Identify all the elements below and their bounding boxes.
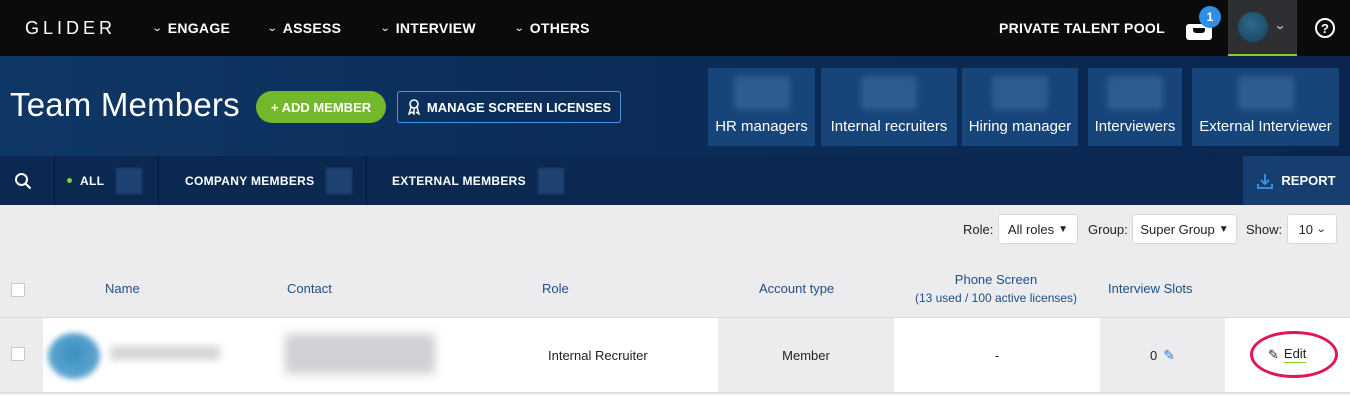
add-member-button[interactable]: + ADD MEMBER [256,91,386,123]
column-header-phone-screen[interactable]: Phone Screen (13 used / 100 active licen… [896,271,1096,307]
member-name [110,346,220,360]
avatar [1238,12,1268,42]
chevron-down-icon: ⌄ [1315,223,1327,235]
role-card-hr-managers[interactable]: HR managers [708,68,815,146]
role-count [992,76,1048,110]
role-select[interactable]: All roles ▼ [998,214,1078,244]
column-header-account-type[interactable]: Account type [759,280,834,298]
phone-screen-licenses: (13 used / 100 active licenses) [914,291,1078,305]
avatar [48,333,100,379]
nav-others[interactable]: ⌄ OTHERS [513,20,590,36]
divider [158,156,159,205]
role-card-label: Hiring manager [968,118,1072,135]
private-talent-pool-link[interactable]: PRIVATE TALENT POOL [999,20,1165,36]
chevron-down-icon: ⌄ [379,22,391,34]
divider [54,156,55,205]
row-role: Internal Recruiter [548,347,648,363]
role-card-external-interviewer[interactable]: External Interviewer [1192,68,1339,146]
help-icon[interactable]: ? [1315,18,1335,38]
phone-screen-title: Phone Screen [954,272,1038,287]
tab-all[interactable]: ALL [67,156,143,205]
edit-label: Edit [1283,346,1307,363]
role-card-label: HR managers [715,118,808,135]
active-dot [67,178,72,183]
divider [366,156,367,205]
pencil-icon: ✎ [1268,346,1279,362]
report-button[interactable]: REPORT [1243,156,1350,205]
role-count [861,76,917,110]
group-select[interactable]: Super Group ▼ [1132,214,1237,244]
download-icon [1257,173,1274,189]
column-header-interview-slots[interactable]: Interview Slots [1108,280,1193,298]
role-card-label: External Interviewer [1199,118,1332,135]
cell-interview-slots: 0 ✎ [1100,318,1225,392]
row-phone-screen: - [994,347,1000,363]
tab-external-label: EXTERNAL MEMBERS [392,173,526,188]
nav-interview-label: INTERVIEW [395,20,476,36]
caret-down-icon: ▼ [1218,223,1229,235]
role-card-label: Internal recruiters [830,118,948,135]
badge-icon [407,99,420,115]
column-header-role[interactable]: Role [542,280,569,298]
nav-engage-label: ENGAGE [167,20,231,36]
caret-down-icon: ▼ [1058,223,1069,235]
cell-role: Internal Recruiter [528,318,718,392]
nav-others-label: OTHERS [529,20,590,36]
edit-slots-icon[interactable]: ✎ [1163,347,1175,364]
row-account-type: Member [782,347,830,363]
show-select[interactable]: 10 ⌄ [1287,214,1337,244]
chevron-down-icon: ⌄ [513,22,525,34]
chevron-down-icon: ⌄ [1273,18,1287,32]
report-label: REPORT [1281,173,1336,188]
select-all-checkbox[interactable] [11,283,25,297]
tab-count [326,167,353,194]
nav-assess[interactable]: ⌄ ASSESS [266,20,342,36]
page-header: Team Members + ADD MEMBER MANAGE SCREEN … [0,56,1350,156]
user-menu[interactable]: ⌄ [1228,0,1297,56]
nav-assess-label: ASSESS [282,20,342,36]
column-header-name[interactable]: Name [105,280,140,298]
tab-company-members[interactable]: COMPANY MEMBERS [185,156,353,205]
role-card-label: Interviewers [1094,118,1176,135]
edit-button[interactable]: ✎ Edit [1268,346,1307,363]
manage-screen-licenses-label: MANAGE SCREEN LICENSES [426,99,612,115]
role-card-hiring-manager[interactable]: Hiring manager [962,68,1078,146]
member-tabs: ALL COMPANY MEMBERS EXTERNAL MEMBERS [0,156,1350,205]
nav-engage[interactable]: ⌄ ENGAGE [151,20,231,36]
cell-phone-screen: - [894,318,1100,392]
cell-account-type: Member [718,318,894,392]
role-filter-label: Role: [963,221,994,237]
tab-all-label: ALL [80,173,105,188]
member-contact [285,334,435,374]
chevron-down-icon: ⌄ [266,22,278,34]
search-icon[interactable] [14,172,32,190]
page-title: Team Members [10,86,240,123]
tab-count [537,167,564,194]
app-logo[interactable]: GLIDER [25,18,116,39]
notification-badge: 1 [1199,6,1221,28]
role-count [1107,76,1163,110]
show-select-value: 10 [1298,221,1314,237]
group-select-value: Super Group [1140,221,1215,237]
row-interview-slots: 0 [1150,347,1158,363]
nav-interview[interactable]: ⌄ INTERVIEW [379,20,476,36]
role-select-value: All roles [1007,221,1055,237]
group-filter-label: Group: [1088,221,1128,237]
role-count [733,76,790,110]
role-count [1237,76,1294,110]
column-header-contact[interactable]: Contact [287,280,332,298]
tab-external-members[interactable]: EXTERNAL MEMBERS [392,156,564,205]
role-card-interviewers[interactable]: Interviewers [1088,68,1182,146]
show-filter-label: Show: [1246,221,1283,237]
divider [0,392,1350,393]
row-checkbox[interactable] [11,347,25,361]
chevron-down-icon: ⌄ [151,22,163,34]
tab-company-label: COMPANY MEMBERS [185,173,315,188]
manage-screen-licenses-button[interactable]: MANAGE SCREEN LICENSES [397,91,621,123]
tab-count [116,167,143,194]
top-nav: GLIDER ⌄ ENGAGE ⌄ ASSESS ⌄ INTERVIEW ⌄ O… [0,0,1350,56]
role-card-internal-recruiters[interactable]: Internal recruiters [821,68,957,146]
